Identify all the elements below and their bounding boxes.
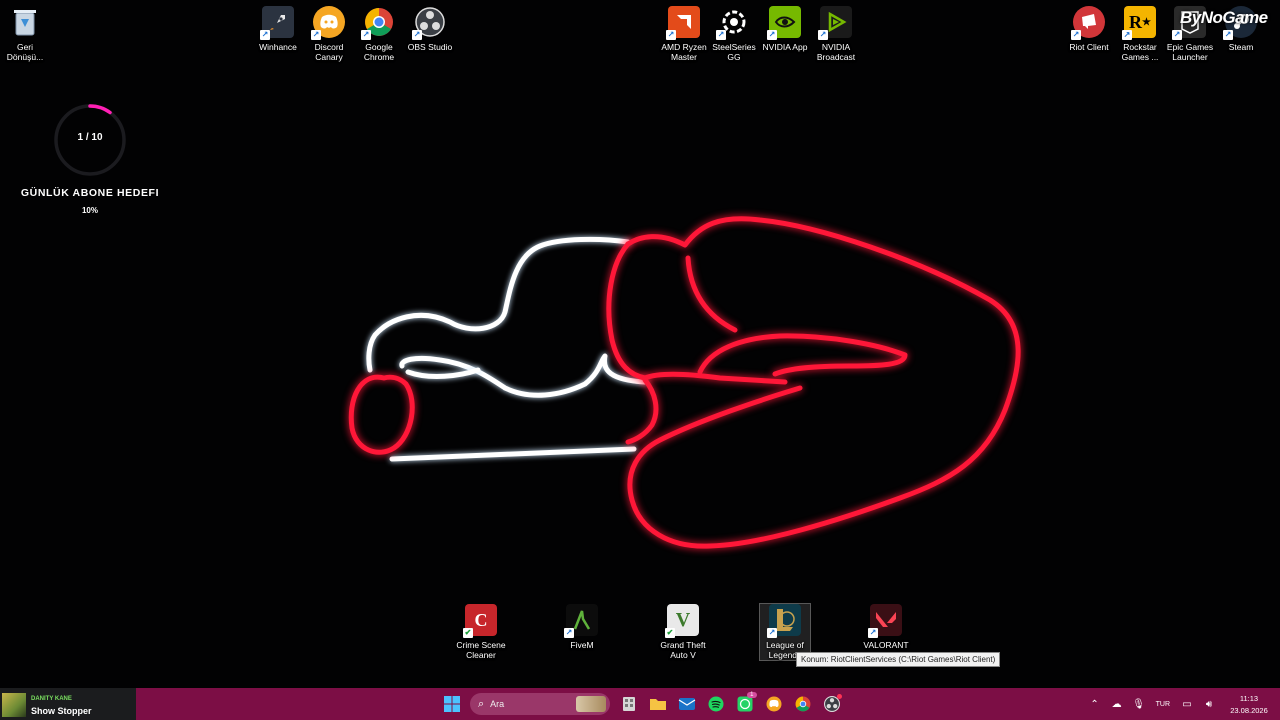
media-widget[interactable]: DANITY KANE Show Stopper (0, 688, 136, 720)
desktop-icon-recycle-bin[interactable]: Geri Dönüşü... (0, 6, 50, 62)
taskbar-search[interactable]: ⌕ Ara (470, 693, 610, 715)
desktop-icon-nvidia-broadcast[interactable]: ↗ NVIDIA Broadcast (811, 6, 861, 62)
obs-icon: ↗ (412, 6, 446, 40)
nvidia-broadcast-icon: ↗ (818, 6, 852, 40)
windows-icon (443, 696, 460, 712)
search-label: Ara (490, 699, 505, 709)
taskbar-center: ⌕ Ara 1 (437, 688, 846, 720)
subscriber-goal-widget: 1 / 10 GÜNLÜK ABONE HEDEFI 10% (0, 100, 180, 220)
spotify-icon (708, 696, 723, 712)
desktop-icon-gta-v[interactable]: V ✔ Grand Theft Auto V (658, 604, 708, 660)
clock-date: 23.08.2026 (1230, 705, 1268, 715)
discord-canary-icon (766, 696, 781, 712)
desktop-icon-google-chrome[interactable]: ↗ Google Chrome (354, 6, 404, 62)
recycle-bin-icon (9, 6, 41, 38)
crime-scene-icon: C ✔ (463, 604, 497, 638)
taskbar-outlook[interactable] (673, 690, 701, 718)
taskbar-chrome[interactable] (789, 690, 817, 718)
taskbar-obs[interactable] (818, 690, 846, 718)
nvidia-icon: ↗ (767, 6, 801, 40)
desktop-icon-riot-client[interactable]: ↗ Riot Client (1064, 6, 1114, 52)
whatsapp-icon (737, 696, 752, 712)
system-tray: ⌃ ☁ 🎙︎ TUR ▭ 🔊︎ 11:13 23.08.2026 (1084, 688, 1280, 720)
tray-overflow-chevron-icon[interactable]: ⌃ (1086, 695, 1104, 713)
goal-title: GÜNLÜK ABONE HEDEFI (20, 187, 160, 199)
desktop-icon-obs-studio[interactable]: ↗ OBS Studio (405, 6, 455, 52)
taskbar-widgets[interactable] (615, 690, 643, 718)
clock[interactable]: 11:13 23.08.2026 (1224, 694, 1274, 715)
search-highlight-image (576, 696, 606, 712)
desktop-icon-winhance[interactable]: ↗ Winhance (253, 6, 303, 52)
desktop-icon-crime-scene-cleaner[interactable]: C ✔ Crime Scene Cleaner (456, 604, 506, 660)
rockstar-icon: R ★ ↗ (1122, 6, 1156, 40)
desktop-icon-steelseries-gg[interactable]: ↗ SteelSeries GG (709, 6, 759, 62)
media-artist: DANITY KANE (31, 696, 72, 702)
desktop: 1 / 10 GÜNLÜK ABONE HEDEFI 10% Geri Dönü… (0, 0, 1280, 688)
discord-icon: ↗ (311, 6, 345, 40)
desktop-icon-amd-ryzen-master[interactable]: ↗ AMD Ryzen Master (659, 6, 709, 62)
file-explorer-icon (649, 699, 666, 710)
album-art (2, 693, 26, 717)
league-icon: ↗ (767, 604, 801, 638)
taskbar-discord-canary[interactable] (760, 690, 788, 718)
chrome-icon: ↗ (361, 6, 395, 40)
clock-time: 11:13 (1239, 693, 1259, 703)
media-title: Show Stopper (31, 706, 92, 716)
taskbar-file-explorer[interactable] (644, 690, 672, 718)
desktop-icon-rockstar-games[interactable]: R ★ ↗ Rockstar Games ... (1115, 6, 1165, 62)
taskbar-spotify[interactable] (702, 690, 730, 718)
goal-percent: 10% (81, 206, 98, 215)
taskbar-whatsapp[interactable]: 1 (731, 690, 759, 718)
amd-icon: ↗ (666, 6, 700, 40)
neon-wallpaper (348, 216, 1021, 549)
onedrive-icon[interactable]: ☁ (1108, 695, 1126, 713)
desktop-icon-valorant[interactable]: ↗ VALORANT (861, 604, 911, 650)
language-indicator[interactable]: TUR (1156, 701, 1170, 708)
search-icon: ⌕ (478, 697, 485, 710)
network-icon[interactable]: ▭ (1178, 695, 1196, 713)
chrome-icon (795, 696, 810, 712)
gta-icon: V ✔ (665, 604, 699, 638)
watermark-logo: ByNoGame (1180, 8, 1268, 27)
whatsapp-badge: 1 (747, 692, 757, 698)
taskbar: DANITY KANE Show Stopper ⌕ Ara 1 ⌃ ☁ 🎙︎ … (0, 688, 1280, 720)
fivem-icon: ↗ (564, 604, 598, 638)
volume-icon[interactable]: 🔊︎ (1200, 695, 1218, 713)
icon-tooltip: Konum: RiotClientServices (C:\Riot Games… (796, 652, 1001, 667)
valorant-icon: ↗ (868, 604, 902, 638)
desktop-icon-nvidia-app[interactable]: ↗ NVIDIA App (760, 6, 810, 52)
widgets-icon (622, 697, 635, 711)
goal-count: 1 / 10 (77, 132, 103, 143)
start-button[interactable] (438, 690, 466, 718)
rocket-icon: ↗ (260, 6, 294, 40)
desktop-icon-fivem[interactable]: ↗ FiveM (557, 604, 607, 650)
riot-icon: ↗ (1071, 6, 1105, 40)
desktop-icon-discord-canary[interactable]: ↗ Discord Canary (304, 6, 354, 62)
microphone-icon[interactable]: 🎙︎ (1130, 695, 1148, 713)
recording-dot (836, 694, 842, 699)
steelseries-icon: ↗ (716, 6, 750, 40)
outlook-icon (678, 698, 695, 710)
